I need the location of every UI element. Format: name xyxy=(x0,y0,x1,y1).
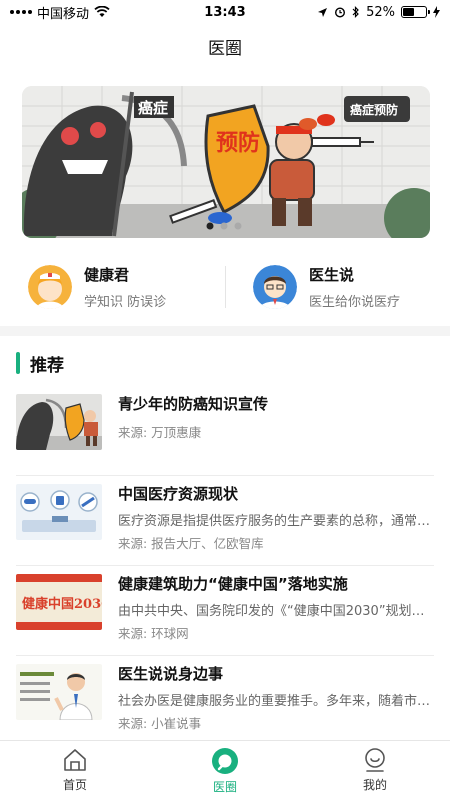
article-item[interactable]: 青少年的防癌知识宣传 来源: 万顶惠康 xyxy=(0,386,450,476)
location-arrow-icon xyxy=(318,7,328,17)
wifi-icon xyxy=(94,6,110,17)
banner-text-sign: 癌症预防 xyxy=(350,102,398,117)
carousel-dot[interactable] xyxy=(220,222,228,230)
bottom-tab-bar: 首页 医圈 我的 xyxy=(0,740,450,800)
signal-icon xyxy=(10,10,32,14)
tab-label: 首页 xyxy=(62,778,87,792)
article-list: 青少年的防癌知识宣传 来源: 万顶惠康 中国医疗资源现状 医疗资源是指提供医疗服… xyxy=(0,386,450,746)
charging-icon xyxy=(433,6,440,18)
article-title: 医生说说身边事 xyxy=(118,665,224,683)
article-item[interactable]: 中国医疗资源现状 医疗资源是指提供医疗服务的生产要素的总称，通常… 来源: 报告… xyxy=(0,476,450,566)
carousel-dot[interactable] xyxy=(234,222,242,230)
doctor-avatar-icon xyxy=(253,265,297,309)
carousel-dot-active[interactable] xyxy=(206,222,214,230)
article-thumbnail xyxy=(16,394,102,450)
quick-entry-subtitle: 学知识 防误诊 xyxy=(84,295,167,310)
quick-entry-doctor[interactable]: 医生说 医生给你说医疗 xyxy=(225,256,450,318)
status-right: 52% xyxy=(317,5,440,20)
article-source: 来源: 报告大厅、亿欧智库 xyxy=(118,536,264,551)
status-bar: 中国移动 13:43 52% xyxy=(0,0,450,24)
bluetooth-icon xyxy=(352,6,359,18)
article-summary: 医疗资源是指提供医疗服务的生产要素的总称，通常… xyxy=(118,514,431,529)
battery-icon xyxy=(401,6,430,18)
article-thumbnail: 健康中国2030 xyxy=(16,574,102,630)
article-title: 青少年的防癌知识宣传 xyxy=(118,395,269,413)
section-accent-bar xyxy=(16,352,20,374)
article-thumbnail xyxy=(16,484,102,540)
banner-text-prevent: 预防 xyxy=(216,131,260,156)
tab-circle[interactable]: 医圈 xyxy=(150,741,300,800)
tab-profile[interactable]: 我的 xyxy=(300,741,450,800)
status-left: 中国移动 xyxy=(10,3,110,22)
article-source: 来源: 环球网 xyxy=(118,626,189,641)
section-header: 推荐 xyxy=(16,350,64,376)
banner-illustration: 癌症 预防 癌症预防 xyxy=(22,86,430,238)
article-source: 来源: 万顶惠康 xyxy=(118,425,202,440)
section-divider xyxy=(0,326,450,336)
battery-percent: 52% xyxy=(366,4,395,20)
quick-entry-title: 健康君 xyxy=(84,266,130,284)
article-title: 中国医疗资源现状 xyxy=(118,485,239,503)
article-item[interactable]: 健康中国2030 健康建筑助力“健康中国”落地实施 由中共中央、国务院印发的《“… xyxy=(0,566,450,656)
section-title: 推荐 xyxy=(30,355,64,376)
thumbnail-ad-text: 健康中国2030 xyxy=(22,596,102,612)
article-summary: 由中共中央、国务院印发的《“健康中国2030”规划… xyxy=(118,604,425,619)
article-thumbnail xyxy=(16,664,102,720)
nurse-avatar-icon xyxy=(28,265,72,309)
article-source: 来源: 小崔说事 xyxy=(118,716,202,731)
quick-entries: 健康君 学知识 防误诊 医生说 医生给你说医疗 xyxy=(0,256,450,318)
carrier-label: 中国移动 xyxy=(37,6,90,22)
article-summary: 社会办医是健康服务业的重要推手。多年来，随着市… xyxy=(118,694,431,709)
article-item[interactable]: 医生说说身边事 社会办医是健康服务业的重要推手。多年来，随着市… 来源: 小崔说… xyxy=(0,656,450,746)
article-title: 健康建筑助力“健康中国”落地实施 xyxy=(118,575,348,593)
banner-text-cancer: 癌症 xyxy=(138,99,168,117)
tab-label: 医圈 xyxy=(212,780,237,794)
tab-label: 我的 xyxy=(362,778,387,792)
page-title: 医圈 xyxy=(208,38,242,59)
circle-chat-icon xyxy=(212,748,238,774)
home-icon xyxy=(64,749,86,771)
profile-icon xyxy=(365,748,385,772)
quick-entry-health[interactable]: 健康君 学知识 防误诊 xyxy=(0,256,225,318)
alarm-icon xyxy=(335,7,346,18)
quick-entry-subtitle: 医生给你说医疗 xyxy=(309,295,401,310)
banner-carousel[interactable]: 癌症 预防 癌症预防 xyxy=(22,86,430,238)
quick-entry-title: 医生说 xyxy=(309,266,355,284)
tab-home[interactable]: 首页 xyxy=(0,741,150,800)
